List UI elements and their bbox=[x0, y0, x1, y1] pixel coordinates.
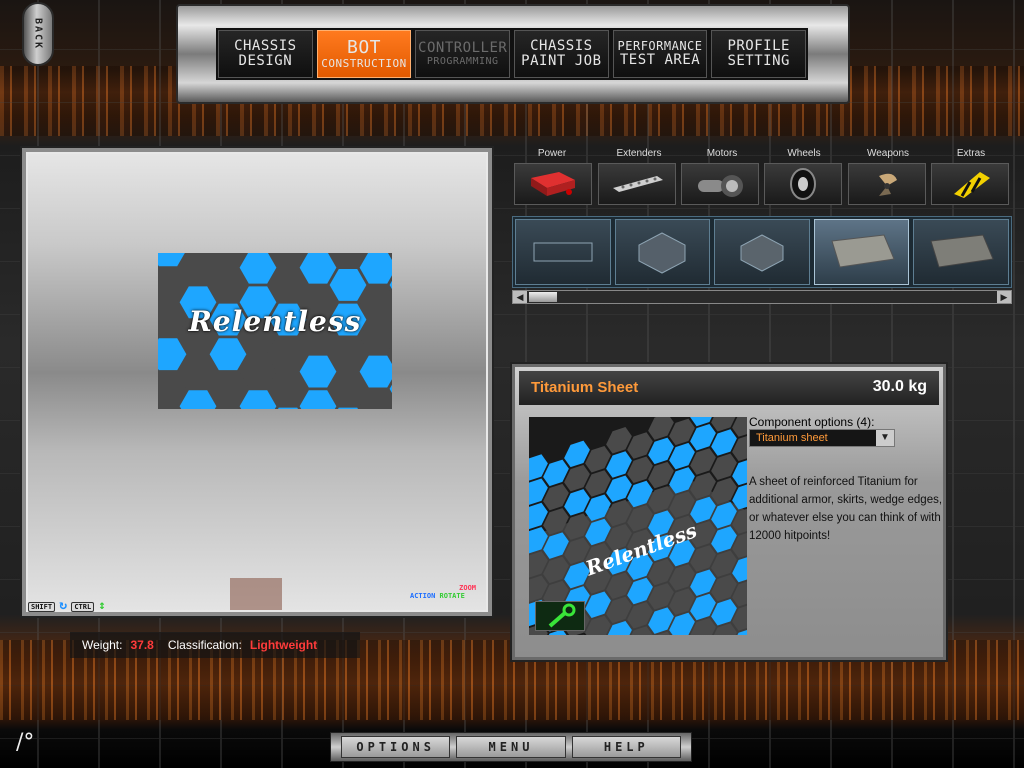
part-thin-sheet[interactable] bbox=[515, 219, 611, 285]
scroll-left-arrow-icon[interactable]: ◀ bbox=[513, 291, 527, 303]
back-label: BACK bbox=[32, 17, 44, 51]
shift-key: SHIFT bbox=[28, 602, 56, 612]
chassis-plate[interactable]: Relentless bbox=[158, 253, 392, 409]
status-bar: Weight: 37.8 Classification: Lightweight bbox=[70, 632, 360, 658]
detail-header: Titanium Sheet 30.0 kg bbox=[519, 371, 939, 405]
parts-scrollbar[interactable]: ◀ ▶ bbox=[512, 290, 1012, 304]
zoom-label: ZOOM bbox=[459, 584, 476, 592]
hex-plate-icon bbox=[638, 232, 686, 274]
tab-profile-setting[interactable]: PROFILE SETTING bbox=[711, 30, 807, 78]
parts-carousel bbox=[512, 216, 1012, 288]
decal-text: Relentless bbox=[188, 305, 362, 338]
category-extras[interactable] bbox=[931, 163, 1009, 205]
blade-icon bbox=[879, 173, 897, 196]
category-label-weapons: Weapons bbox=[866, 148, 910, 159]
tab-label-line2: DESIGN bbox=[238, 53, 293, 69]
tab-label-line1: BOT bbox=[347, 37, 382, 59]
component-description: A sheet of reinforced Titanium for addit… bbox=[749, 476, 943, 542]
category-label-wheels: Wheels bbox=[787, 148, 821, 159]
classification-value: Lightweight bbox=[249, 638, 318, 652]
category-label-motors: Motors bbox=[706, 148, 738, 159]
titanium-sheet-icon bbox=[830, 234, 895, 268]
weight-value: 37.8 bbox=[130, 638, 154, 652]
category-power[interactable] bbox=[514, 163, 592, 205]
wrench-glyph bbox=[548, 603, 576, 628]
rotate-label: ROTATE bbox=[439, 592, 465, 600]
weight-label: Weight: bbox=[82, 638, 123, 652]
battery-icon bbox=[531, 172, 575, 196]
tab-label-line1: PERFORMANCE bbox=[617, 38, 703, 53]
help-button[interactable]: HELP bbox=[571, 736, 681, 758]
component-weight: 30.0 kg bbox=[872, 378, 927, 395]
wrench-icon[interactable] bbox=[535, 601, 585, 631]
tab-chassis-paint-job[interactable]: CHASSIS PAINT JOB bbox=[514, 30, 609, 78]
component-options-label: Component options (4): bbox=[749, 415, 875, 429]
thin-sheet-icon bbox=[533, 242, 593, 262]
vertical-move-icon: ↕ bbox=[98, 598, 106, 612]
tab-label-line1: CHASSIS bbox=[234, 37, 297, 54]
rotate-arrow-icon: ↻ bbox=[59, 598, 68, 613]
paint-thumbnail[interactable] bbox=[230, 578, 282, 610]
part-hex-plate-2[interactable] bbox=[714, 219, 810, 285]
tab-label-line1: CHASSIS bbox=[530, 37, 593, 54]
dropdown-arrow-icon: ▼ bbox=[876, 430, 894, 446]
mesh-sheet-icon bbox=[930, 234, 994, 268]
wheel-icon bbox=[790, 168, 816, 200]
tab-label-line2: PROGRAMMING bbox=[426, 56, 499, 68]
tab-label-line2: CONSTRUCTION bbox=[321, 56, 407, 70]
part-hex-plate[interactable] bbox=[614, 219, 711, 285]
tab-label-line2: TEST AREA bbox=[619, 51, 701, 68]
extender-bar-icon bbox=[613, 176, 663, 192]
tab-label-line2: SETTING bbox=[727, 53, 790, 69]
classification-label: Classification: bbox=[167, 638, 242, 652]
tab-bot-construction[interactable]: BOT CONSTRUCTION bbox=[316, 30, 412, 78]
menu-button[interactable]: MENU bbox=[456, 736, 566, 758]
component-name: Titanium Sheet bbox=[531, 379, 639, 396]
category-weapons[interactable] bbox=[848, 163, 926, 205]
hex-plate-icon bbox=[740, 234, 784, 272]
tab-label-line1: PROFILE bbox=[727, 37, 790, 54]
tab-label-line2: PAINT JOB bbox=[521, 53, 602, 69]
options-button[interactable]: OPTIONS bbox=[341, 736, 451, 758]
view-controls-right: ZOOM ACTION ROTATE bbox=[410, 584, 490, 600]
category-label-extras: Extras bbox=[956, 148, 986, 159]
view-controls-left: SHIFT ↻ CTRL ↕ bbox=[28, 598, 106, 613]
tab-chassis-design[interactable]: CHASSIS DESIGN bbox=[218, 30, 313, 78]
action-label: ACTION bbox=[410, 592, 436, 600]
part-mesh-sheet[interactable] bbox=[913, 219, 1009, 285]
category-wheels[interactable] bbox=[764, 163, 842, 205]
scroll-right-arrow-icon[interactable]: ▶ bbox=[997, 291, 1011, 303]
bottom-menu: OPTIONS MENU HELP bbox=[330, 732, 692, 762]
scroll-thumb[interactable] bbox=[529, 292, 557, 302]
tab-controller-programming[interactable]: CONTROLLER PROGRAMMING bbox=[415, 30, 511, 78]
selected-option: Titanium sheet bbox=[756, 432, 828, 444]
top-nav: CHASSIS DESIGN BOT CONSTRUCTION CONTROLL… bbox=[216, 28, 808, 80]
hazard-stripes-icon bbox=[954, 172, 990, 198]
category-label-extenders: Extenders bbox=[616, 148, 662, 159]
tab-performance-test-area[interactable]: PERFORMANCE TEST AREA bbox=[612, 30, 708, 78]
ctrl-key: CTRL bbox=[71, 602, 95, 612]
tab-label-line1: CONTROLLER bbox=[418, 39, 508, 56]
back-button[interactable]: BACK bbox=[22, 2, 54, 66]
category-extenders[interactable] bbox=[598, 163, 676, 205]
category-label-power: Power bbox=[537, 148, 567, 159]
part-titanium-sheet[interactable] bbox=[813, 219, 910, 285]
game-logo-icon: /° bbox=[16, 730, 35, 755]
component-options-dropdown[interactable]: Titanium sheet ▼ bbox=[749, 429, 895, 447]
motor-icon bbox=[698, 175, 743, 197]
category-motors[interactable] bbox=[681, 163, 759, 205]
